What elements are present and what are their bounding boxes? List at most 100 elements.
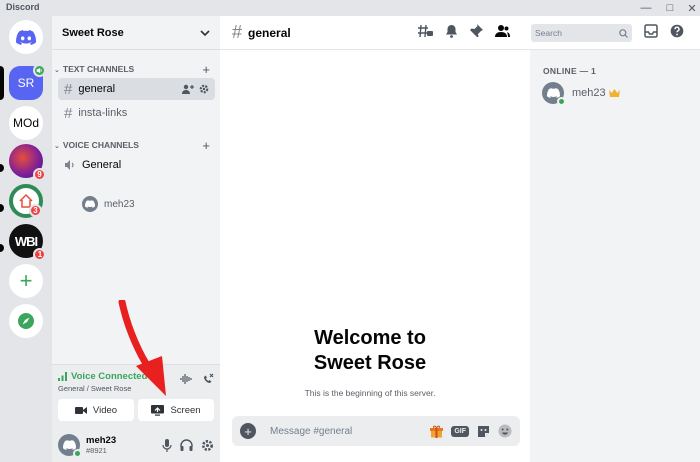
mention-badge: 9 [33,168,46,181]
gear-icon[interactable] [199,84,209,94]
disconnect-call-icon[interactable] [202,373,214,385]
channel-label: general [78,83,116,95]
video-camera-icon [74,406,87,414]
avatar [82,196,98,212]
app-title: Discord [6,2,40,12]
member-list-icon[interactable] [495,24,510,38]
invite-user-icon[interactable] [182,84,194,94]
welcome-subtitle: This is the beginning of this server. [304,388,436,398]
mention-badge: 1 [33,248,46,261]
notification-bell-icon[interactable] [445,24,458,38]
add-attachment-button[interactable]: + [240,423,256,439]
user-name: meh23 [86,435,117,446]
channel-insta-links[interactable]: # insta-links [58,102,215,124]
server-mod[interactable]: MOd [9,106,43,140]
minimize-button[interactable]: — [634,0,658,16]
chat-header: # general Search [220,16,700,50]
category-label: TEXT CHANNELS [62,64,135,74]
sticker-icon[interactable] [477,425,490,438]
speaker-icon [65,160,74,170]
guild-header[interactable]: Sweet Rose [52,16,220,50]
category-voice-channels[interactable]: ⌄ VOICE CHANNELS + [52,138,220,153]
gif-button[interactable]: GIF [451,425,469,437]
server-avatar-1[interactable]: 9 [9,144,46,181]
voice-speaker-icon [33,64,46,77]
server-avatar-2[interactable]: 3 [9,184,43,218]
member-name: meh23 [572,87,606,99]
discord-logo-icon [546,88,560,98]
add-server-button[interactable]: + [9,264,43,298]
channel-label: insta-links [78,107,128,119]
chevron-down-icon: ⌄ [54,143,60,150]
annotation-arrow-icon [118,300,166,396]
user-tag: #8921 [86,446,107,455]
chevron-down-icon: ⌄ [54,67,60,74]
hash-icon: # [64,80,73,98]
server-initials: WBI [14,233,38,249]
video-button[interactable]: Video [58,399,134,421]
threads-icon[interactable] [418,24,433,38]
discord-logo-icon [85,200,95,208]
server-sweet-rose[interactable]: SR [9,64,46,100]
server-initials: MOd [12,116,39,130]
unread-pill [0,164,4,172]
server-rail: SR MOd 9 3 WBI 1 + [0,16,52,462]
screen-share-icon [151,404,165,416]
video-button-label: Video [92,404,118,416]
selected-server-pill [0,66,4,100]
welcome-line-1: Welcome to [314,327,426,349]
close-button[interactable]: ✕ [680,0,700,16]
channel-general[interactable]: # general [58,78,215,100]
emoji-icon[interactable] [498,424,512,438]
channel-title: # general [232,22,291,43]
voice-user-name: meh23 [104,198,135,210]
server-initials: SR [17,76,35,90]
welcome-line-2: Sweet Rose [313,352,427,374]
voice-channel-general[interactable]: General [58,154,215,176]
message-input[interactable]: Message #general [270,426,352,437]
server-wbi[interactable]: WBI 1 [9,224,46,261]
screen-button-label: Screen [170,404,201,416]
gift-icon[interactable] [430,425,444,438]
member-meh23[interactable]: meh23 [542,82,620,106]
voice-user-meh23[interactable]: meh23 [82,196,135,212]
help-icon[interactable] [670,24,684,38]
hash-icon: # [64,104,73,122]
avatar [542,82,566,106]
gear-icon[interactable] [201,439,214,452]
inbox-icon[interactable] [644,24,658,38]
discord-logo-icon [62,440,76,450]
member-group-header: ONLINE — 1 [543,66,597,76]
screen-share-button[interactable]: Screen [138,399,214,421]
microphone-icon[interactable] [162,438,172,452]
home-button[interactable] [9,20,43,54]
compass-icon [18,313,34,329]
noise-suppression-icon[interactable] [180,373,192,385]
hash-icon: # [232,22,243,42]
message-composer[interactable]: + Message #general GIF [232,416,520,446]
avatar[interactable] [58,434,82,458]
guild-name: Sweet Rose [62,26,124,39]
explore-servers-button[interactable] [9,304,43,338]
channel-name: general [248,25,291,40]
search-icon [619,28,628,38]
category-text-channels[interactable]: ⌄ TEXT CHANNELS + [52,62,220,77]
headphones-icon[interactable] [180,438,193,451]
pin-icon[interactable] [470,24,483,38]
search-placeholder: Search [535,28,562,38]
unread-pill [0,244,4,252]
online-status-icon [73,449,82,458]
unread-pill [0,204,4,212]
create-channel-plus-icon[interactable]: + [202,62,210,77]
discord-logo-icon [16,29,36,45]
create-channel-plus-icon[interactable]: + [202,138,210,153]
channel-label: General [82,159,122,171]
chat-area: # general Search Welcome to Sweet Rose T… [220,16,700,462]
maximize-button[interactable]: □ [658,0,682,16]
crown-icon [608,89,620,97]
welcome-heading: Welcome to Sweet Rose [220,326,520,376]
plus-icon: + [19,268,33,293]
title-bar: Discord — □ ✕ [0,0,700,16]
category-label: VOICE CHANNELS [62,140,139,150]
search-input[interactable]: Search [531,24,632,42]
